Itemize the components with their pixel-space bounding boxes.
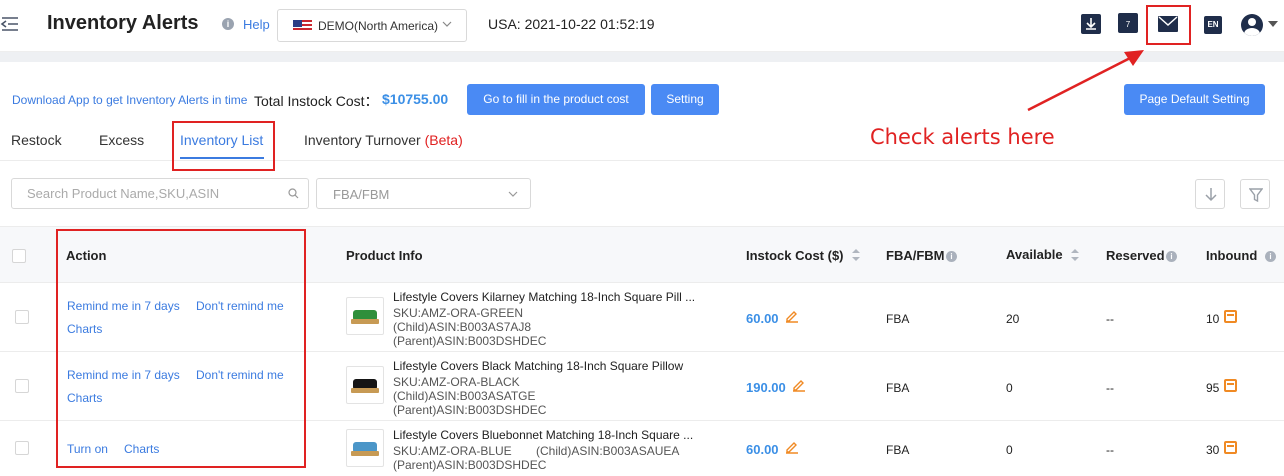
available-value: 0: [1006, 443, 1013, 457]
product-thumbnail[interactable]: [346, 297, 384, 335]
product-sku: SKU:AMZ-ORA-BLACK: [393, 375, 520, 389]
child-asin: (Child)ASIN:B003ASAUEA: [536, 444, 680, 458]
calendar-day: 7: [1125, 20, 1131, 29]
download-app-link[interactable]: Download App to get Inventory Alerts in …: [12, 93, 247, 107]
shipment-icon[interactable]: [1224, 379, 1237, 392]
select-all-checkbox[interactable]: [12, 249, 26, 263]
edit-icon[interactable]: [785, 309, 799, 323]
shipment-icon[interactable]: [1224, 441, 1237, 454]
inbound-value: 30: [1206, 443, 1220, 457]
tab-inventory-turnover[interactable]: Inventory Turnover (Beta): [304, 132, 463, 148]
reserved-value: --: [1106, 443, 1114, 457]
product-name[interactable]: Lifestyle Covers Bluebonnet Matching 18-…: [393, 428, 693, 442]
annotation-text: Check alerts here: [870, 125, 1055, 149]
search-icon[interactable]: [288, 188, 299, 199]
info-icon[interactable]: i: [946, 251, 957, 262]
page-title: Inventory Alerts: [47, 12, 199, 34]
calendar-icon[interactable]: 7: [1118, 13, 1138, 33]
available-value: 20: [1006, 312, 1020, 326]
annotation-box-tab: [172, 121, 275, 171]
chevron-down-icon: [442, 21, 452, 27]
marketplace-datetime: USA: 2021-10-22 01:52:19: [488, 16, 655, 32]
product-thumbnail[interactable]: [346, 429, 384, 467]
us-flag-icon: [293, 20, 312, 32]
caret-down-icon[interactable]: [1268, 21, 1278, 27]
row-checkbox[interactable]: [15, 379, 29, 393]
header-fba-fbm: FBA/FBM: [886, 248, 945, 263]
sort-icon[interactable]: [1071, 249, 1079, 261]
available-value: 0: [1006, 381, 1013, 395]
instock-cost-value: 190.00: [746, 380, 786, 395]
annotation-box-action: [56, 229, 306, 468]
row-checkbox[interactable]: [15, 441, 29, 455]
instock-cost-value: 60.00: [746, 442, 779, 457]
header-inbound: Inbound: [1206, 248, 1258, 263]
fulfillment-value: FBA: [886, 381, 910, 395]
pillow-image: [351, 442, 379, 456]
total-instock-value: $10755.00: [382, 91, 449, 107]
tab-excess[interactable]: Excess: [99, 132, 144, 148]
beta-badge: (Beta): [424, 132, 463, 148]
product-sku: SKU:AMZ-ORA-BLUE: [393, 444, 512, 458]
inbound-value: 95: [1206, 381, 1220, 395]
pillow-image: [351, 310, 379, 324]
info-icon[interactable]: i: [1265, 251, 1276, 262]
header-reserved: Reserved: [1106, 248, 1165, 263]
header-product-info: Product Info: [346, 248, 423, 263]
tab-turnover-label: Inventory Turnover: [304, 132, 421, 148]
export-button[interactable]: [1195, 179, 1225, 209]
fulfillment-value: FBA: [886, 312, 910, 326]
tab-restock[interactable]: Restock: [11, 132, 62, 148]
product-thumbnail[interactable]: [346, 366, 384, 404]
edit-icon[interactable]: [792, 378, 806, 392]
instock-cost-value: 60.00: [746, 311, 779, 326]
annotation-box-mail: [1146, 5, 1191, 45]
sort-icon[interactable]: [852, 249, 860, 261]
info-icon[interactable]: i: [1166, 251, 1177, 262]
fill-product-cost-button[interactable]: Go to fill in the product cost: [467, 84, 645, 115]
search-input[interactable]: [12, 179, 282, 208]
edit-icon[interactable]: [785, 440, 799, 454]
setting-button[interactable]: Setting: [651, 84, 719, 115]
reserved-value: --: [1106, 312, 1114, 326]
child-asin: (Child)ASIN:B003AS7AJ8: [393, 320, 532, 334]
search-box: [11, 178, 309, 209]
parent-asin: (Parent)ASIN:B003DSHDEC: [393, 334, 547, 348]
pillow-image: [351, 379, 379, 393]
download-icon[interactable]: [1081, 14, 1101, 34]
total-instock-label: Total Instock Cost：: [254, 93, 379, 109]
inbound-value: 10: [1206, 312, 1220, 326]
header-instock-cost[interactable]: Instock Cost ($): [746, 248, 844, 263]
help-link[interactable]: Help: [243, 17, 270, 32]
fulfillment-select[interactable]: FBA/FBM: [316, 178, 531, 209]
filter-button[interactable]: [1240, 179, 1270, 209]
fulfillment-value: FBA: [886, 443, 910, 457]
parent-asin: (Parent)ASIN:B003DSHDEC: [393, 458, 547, 472]
shipment-icon[interactable]: [1224, 310, 1237, 323]
menu-collapse-icon[interactable]: [0, 15, 20, 33]
user-avatar-icon[interactable]: [1241, 14, 1263, 36]
filter-icon: [1249, 188, 1263, 203]
product-sku: SKU:AMZ-ORA-GREEN: [393, 306, 524, 320]
product-name[interactable]: Lifestyle Covers Black Matching 18-Inch …: [393, 359, 683, 373]
arrow-down-icon: [1205, 188, 1217, 202]
annotation-arrow-icon: [1027, 50, 1144, 112]
chevron-down-icon: [508, 191, 518, 197]
region-select[interactable]: DEMO(North America): [277, 9, 467, 42]
info-icon[interactable]: i: [222, 18, 234, 30]
product-name[interactable]: Lifestyle Covers Kilarney Matching 18-In…: [393, 290, 695, 304]
fulfillment-placeholder: FBA/FBM: [333, 187, 390, 202]
parent-asin: (Parent)ASIN:B003DSHDEC: [393, 403, 547, 417]
header-available[interactable]: Available: [1006, 247, 1063, 262]
row-checkbox[interactable]: [15, 310, 29, 324]
reserved-value: --: [1106, 381, 1114, 395]
language-badge[interactable]: EN: [1204, 16, 1222, 34]
child-asin: (Child)ASIN:B003ASATGE: [393, 389, 536, 403]
region-label: DEMO(North America): [318, 19, 439, 33]
